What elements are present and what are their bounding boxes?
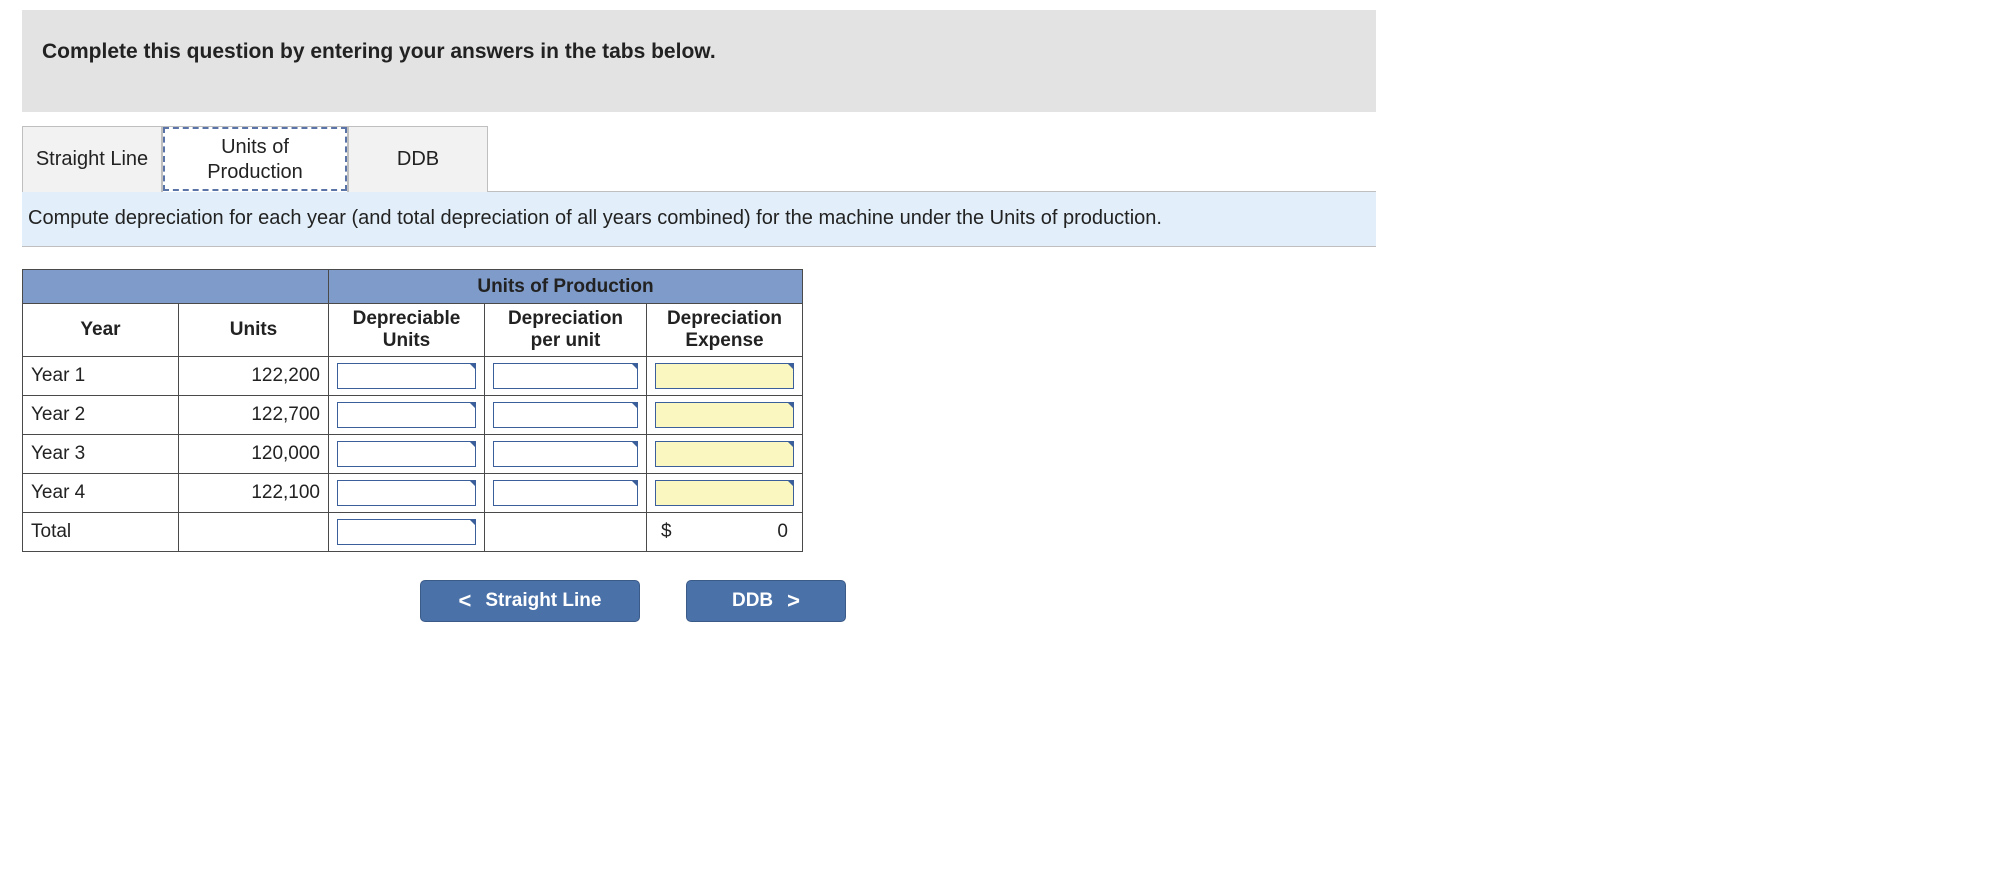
cell-depreciation-per-unit[interactable] — [485, 474, 647, 513]
header-year: Year — [23, 304, 179, 357]
cell-depreciation-per-unit[interactable] — [485, 396, 647, 435]
total-currency: $ — [661, 521, 672, 543]
table-row: Year 3 120,000 — [23, 435, 803, 474]
header-depreciation-expense: Depreciation Expense — [647, 304, 803, 357]
cell-year: Year 4 — [23, 474, 179, 513]
cell-total-depreciable-units[interactable] — [329, 513, 485, 552]
cell-year: Year 3 — [23, 435, 179, 474]
chevron-right-icon: > — [787, 588, 800, 614]
prev-button-label: Straight Line — [485, 590, 601, 612]
next-button-label: DDB — [732, 590, 773, 612]
table-row-total: Total $ 0 — [23, 513, 803, 552]
header-depreciable-units: Depreciable Units — [329, 304, 485, 357]
prev-button[interactable]: < Straight Line — [420, 580, 640, 622]
nav-buttons: < Straight Line DDB > — [420, 580, 1376, 622]
table-row: Year 4 122,100 — [23, 474, 803, 513]
table-row: Year 2 122,700 — [23, 396, 803, 435]
header-depreciation-per-unit: Depreciation per unit — [485, 304, 647, 357]
cell-year: Year 1 — [23, 357, 179, 396]
cell-depreciable-units[interactable] — [329, 474, 485, 513]
table-title-blank — [23, 270, 329, 304]
tabs-bar: Straight Line Units of Production DDB — [22, 126, 1376, 192]
cell-units: 122,700 — [179, 396, 329, 435]
cell-depreciable-units[interactable] — [329, 357, 485, 396]
table-row: Year 1 122,200 — [23, 357, 803, 396]
cell-total-depreciation-expense: $ 0 — [647, 513, 803, 552]
table-title: Units of Production — [329, 270, 803, 304]
next-button[interactable]: DDB > — [686, 580, 846, 622]
tab-label: Units of Production — [173, 135, 337, 185]
cell-units: 122,100 — [179, 474, 329, 513]
cell-total-label: Total — [23, 513, 179, 552]
instruction-banner: Complete this question by entering your … — [22, 10, 1376, 112]
cell-units: 122,200 — [179, 357, 329, 396]
tab-straight-line[interactable]: Straight Line — [22, 126, 162, 192]
depreciation-table: Units of Production Year Units Depreciab… — [22, 269, 803, 552]
cell-depreciable-units[interactable] — [329, 396, 485, 435]
chevron-left-icon: < — [459, 588, 472, 614]
cell-depreciation-expense[interactable] — [647, 357, 803, 396]
tab-label: DDB — [397, 148, 439, 171]
tab-units-of-production[interactable]: Units of Production — [162, 126, 348, 192]
cell-depreciation-expense[interactable] — [647, 474, 803, 513]
tab-label: Straight Line — [36, 148, 148, 171]
cell-depreciation-per-unit[interactable] — [485, 435, 647, 474]
cell-depreciation-per-unit[interactable] — [485, 357, 647, 396]
cell-depreciable-units[interactable] — [329, 435, 485, 474]
total-value: 0 — [777, 521, 788, 543]
sub-instruction: Compute depreciation for each year (and … — [22, 191, 1376, 247]
cell-total-depreciation-per-unit — [485, 513, 647, 552]
cell-depreciation-expense[interactable] — [647, 435, 803, 474]
tab-ddb[interactable]: DDB — [348, 126, 488, 192]
cell-year: Year 2 — [23, 396, 179, 435]
cell-depreciation-expense[interactable] — [647, 396, 803, 435]
cell-units: 120,000 — [179, 435, 329, 474]
header-units: Units — [179, 304, 329, 357]
cell-total-units — [179, 513, 329, 552]
